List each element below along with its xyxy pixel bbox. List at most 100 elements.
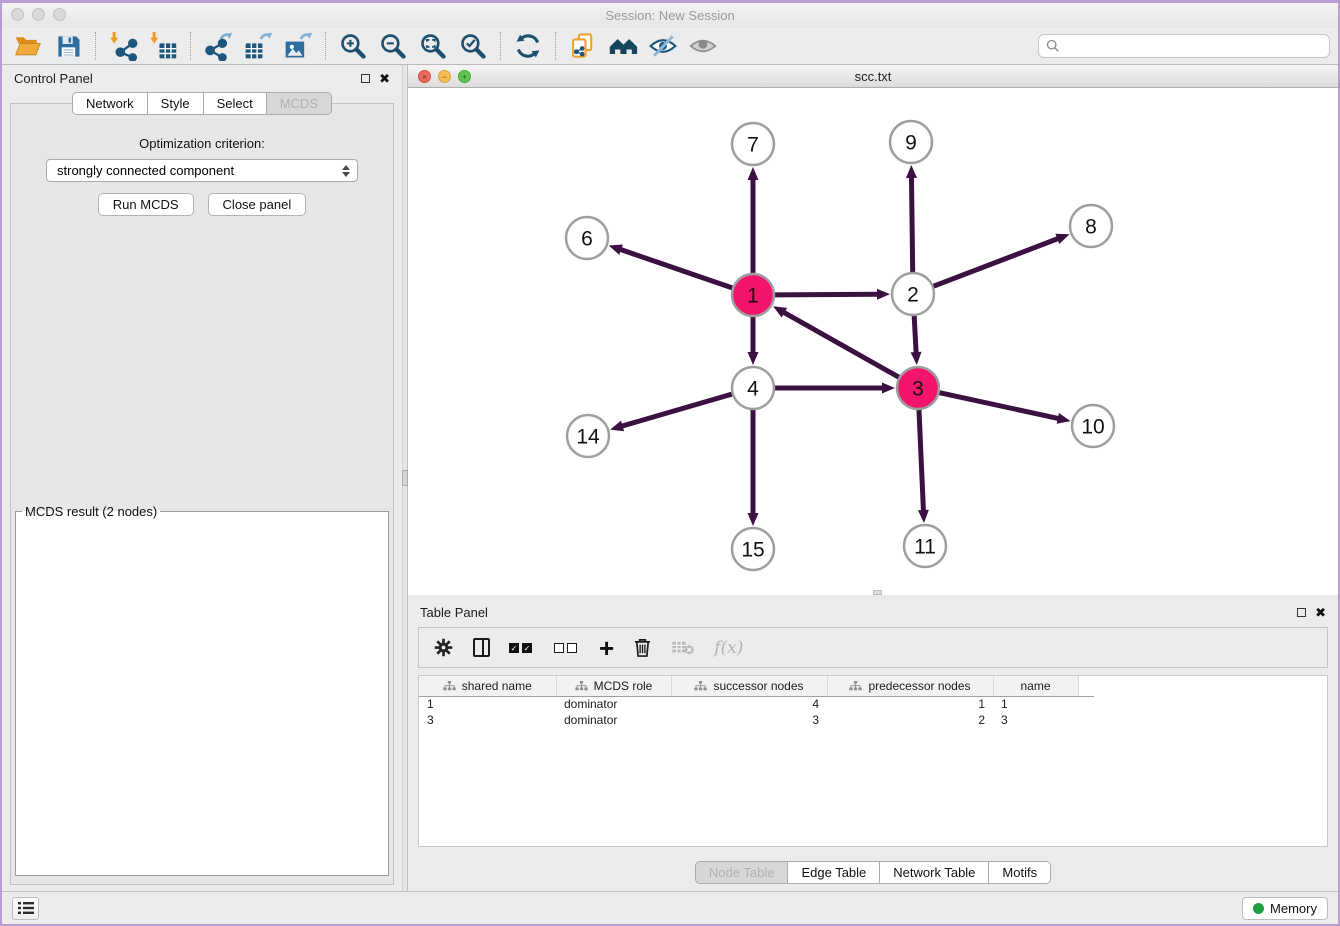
close-table-panel-icon[interactable]: ✖ xyxy=(1315,606,1326,619)
home-icon xyxy=(608,31,638,61)
close-control-panel-icon[interactable]: ✖ xyxy=(379,72,390,85)
graph-edge-4-14[interactable] xyxy=(621,394,732,426)
select-all-rows-button[interactable]: ✓✓ xyxy=(509,643,535,653)
zoom-fit-button[interactable] xyxy=(413,29,453,63)
graph-edge-1-2[interactable] xyxy=(775,294,879,295)
table-cell[interactable]: 3 xyxy=(671,712,827,728)
import-network-button[interactable] xyxy=(103,29,143,63)
zoom-in-button[interactable] xyxy=(333,29,373,63)
search-input[interactable] xyxy=(1064,39,1322,54)
table-tab-edge-table[interactable]: Edge Table xyxy=(788,861,880,884)
network-graph[interactable]: 1234678910111415 xyxy=(408,88,1337,590)
task-history-button[interactable] xyxy=(12,897,39,920)
graph-node-label-10: 10 xyxy=(1081,416,1104,439)
column-header-successor-nodes[interactable]: successor nodes xyxy=(671,676,827,696)
function-builder-button: f(x) xyxy=(714,638,743,658)
table-cell[interactable]: 1 xyxy=(827,696,993,712)
import-table-button[interactable] xyxy=(143,29,183,63)
graph-node-label-8: 8 xyxy=(1085,216,1097,239)
run-mcds-button[interactable]: Run MCDS xyxy=(98,193,194,216)
delete-table-button xyxy=(671,640,695,656)
export-table-button[interactable] xyxy=(238,29,278,63)
close-panel-button[interactable]: Close panel xyxy=(208,193,307,216)
window-zoom-button[interactable] xyxy=(53,8,66,21)
table-panel: Table Panel ✖ ✓✓ + f(x) xyxy=(408,595,1338,891)
memory-label: Memory xyxy=(1270,901,1317,916)
control-panel-header: Control Panel ✖ xyxy=(2,65,402,92)
table-row[interactable]: 1dominator411 xyxy=(419,696,1094,712)
graph-node-label-6: 6 xyxy=(581,228,593,251)
mcds-panel: Optimization criterion: strongly connect… xyxy=(10,103,394,885)
column-header-shared-name[interactable]: shared name xyxy=(419,676,556,696)
table-cell[interactable]: 1 xyxy=(419,696,556,712)
window-minimize-button[interactable] xyxy=(32,8,45,21)
open-session-button[interactable] xyxy=(8,29,48,63)
export-network-button[interactable] xyxy=(198,29,238,63)
zoom-in-icon xyxy=(339,32,367,60)
graph-edge-3-10[interactable] xyxy=(939,393,1059,419)
graph-node-label-9: 9 xyxy=(905,132,917,155)
zoom-out-button[interactable] xyxy=(373,29,413,63)
graph-edge-2-3[interactable] xyxy=(914,316,916,354)
table-cell[interactable]: 1 xyxy=(993,696,1078,712)
table-tabs-row: Node TableEdge TableNetwork TableMotifs xyxy=(408,861,1338,891)
tab-network[interactable]: Network xyxy=(72,92,148,115)
zoom-selected-button[interactable] xyxy=(453,29,493,63)
network-window: × − + scc.txt 1234678910111415 xyxy=(408,65,1338,595)
clone-network-button[interactable] xyxy=(563,29,603,63)
mcds-result-list[interactable]: 13 xyxy=(16,519,378,521)
table-cell[interactable]: dominator xyxy=(556,712,671,728)
table-tab-motifs[interactable]: Motifs xyxy=(989,861,1051,884)
column-header-name[interactable]: name xyxy=(993,676,1078,696)
delete-rows-button[interactable] xyxy=(633,637,652,658)
table-cell[interactable]: 4 xyxy=(671,696,827,712)
show-all-button[interactable] xyxy=(683,29,723,63)
graph-edge-3-1[interactable] xyxy=(783,312,899,378)
tab-mcds[interactable]: MCDS xyxy=(267,92,332,115)
checked-box-icon: ✓ xyxy=(522,643,532,653)
table-panel-header: Table Panel ✖ xyxy=(408,599,1338,626)
network-canvas[interactable]: 1234678910111415 xyxy=(408,88,1338,595)
graph-edge-2-8[interactable] xyxy=(934,238,1060,286)
graph-edge-3-11[interactable] xyxy=(919,410,924,512)
zoom-selected-icon xyxy=(459,32,487,60)
tab-style[interactable]: Style xyxy=(148,92,204,115)
table-settings-button[interactable] xyxy=(433,637,454,658)
add-row-button[interactable]: + xyxy=(599,638,614,658)
export-table-icon xyxy=(243,31,273,61)
graph-arrowhead-1-7 xyxy=(748,167,759,180)
table-tab-network-table[interactable]: Network Table xyxy=(880,861,989,884)
table-cell[interactable]: 3 xyxy=(419,712,556,728)
tab-select[interactable]: Select xyxy=(204,92,267,115)
memory-status-icon xyxy=(1253,903,1264,914)
memory-button[interactable]: Memory xyxy=(1242,897,1328,920)
window-close-button[interactable] xyxy=(11,8,24,21)
plus-icon: + xyxy=(599,638,614,658)
graph-edge-1-6[interactable] xyxy=(619,249,732,288)
hide-selected-button[interactable] xyxy=(643,29,683,63)
graph-edge-2-9[interactable] xyxy=(911,176,912,272)
reset-view-button[interactable] xyxy=(603,29,643,63)
control-panel-tabs: NetworkStyleSelectMCDS xyxy=(2,92,402,114)
table-cell[interactable]: dominator xyxy=(556,696,671,712)
float-control-panel-icon[interactable] xyxy=(361,74,370,83)
apply-layout-button[interactable] xyxy=(508,29,548,63)
application-window: Session: New Session Contr xyxy=(0,0,1340,926)
window-titlebar: Session: New Session xyxy=(2,3,1338,28)
float-table-panel-icon[interactable] xyxy=(1297,608,1306,617)
toolbar-separator xyxy=(555,32,556,60)
table-row[interactable]: 3dominator323 xyxy=(419,712,1094,728)
graph-arrowhead-1-4 xyxy=(748,352,759,365)
export-image-button[interactable] xyxy=(278,29,318,63)
graph-arrowhead-4-14 xyxy=(610,421,624,432)
table-tab-node-table[interactable]: Node Table xyxy=(695,861,789,884)
column-header-mcds-role[interactable]: MCDS role xyxy=(556,676,671,696)
column-header-predecessor-nodes[interactable]: predecessor nodes xyxy=(827,676,993,696)
deselect-all-rows-button[interactable] xyxy=(554,643,580,653)
table-cell[interactable]: 3 xyxy=(993,712,1078,728)
criterion-select[interactable]: strongly connected component xyxy=(46,159,358,182)
canvas-resize-handle[interactable] xyxy=(873,590,882,595)
save-session-button[interactable] xyxy=(48,29,88,63)
show-column-button[interactable] xyxy=(473,638,490,657)
table-cell[interactable]: 2 xyxy=(827,712,993,728)
